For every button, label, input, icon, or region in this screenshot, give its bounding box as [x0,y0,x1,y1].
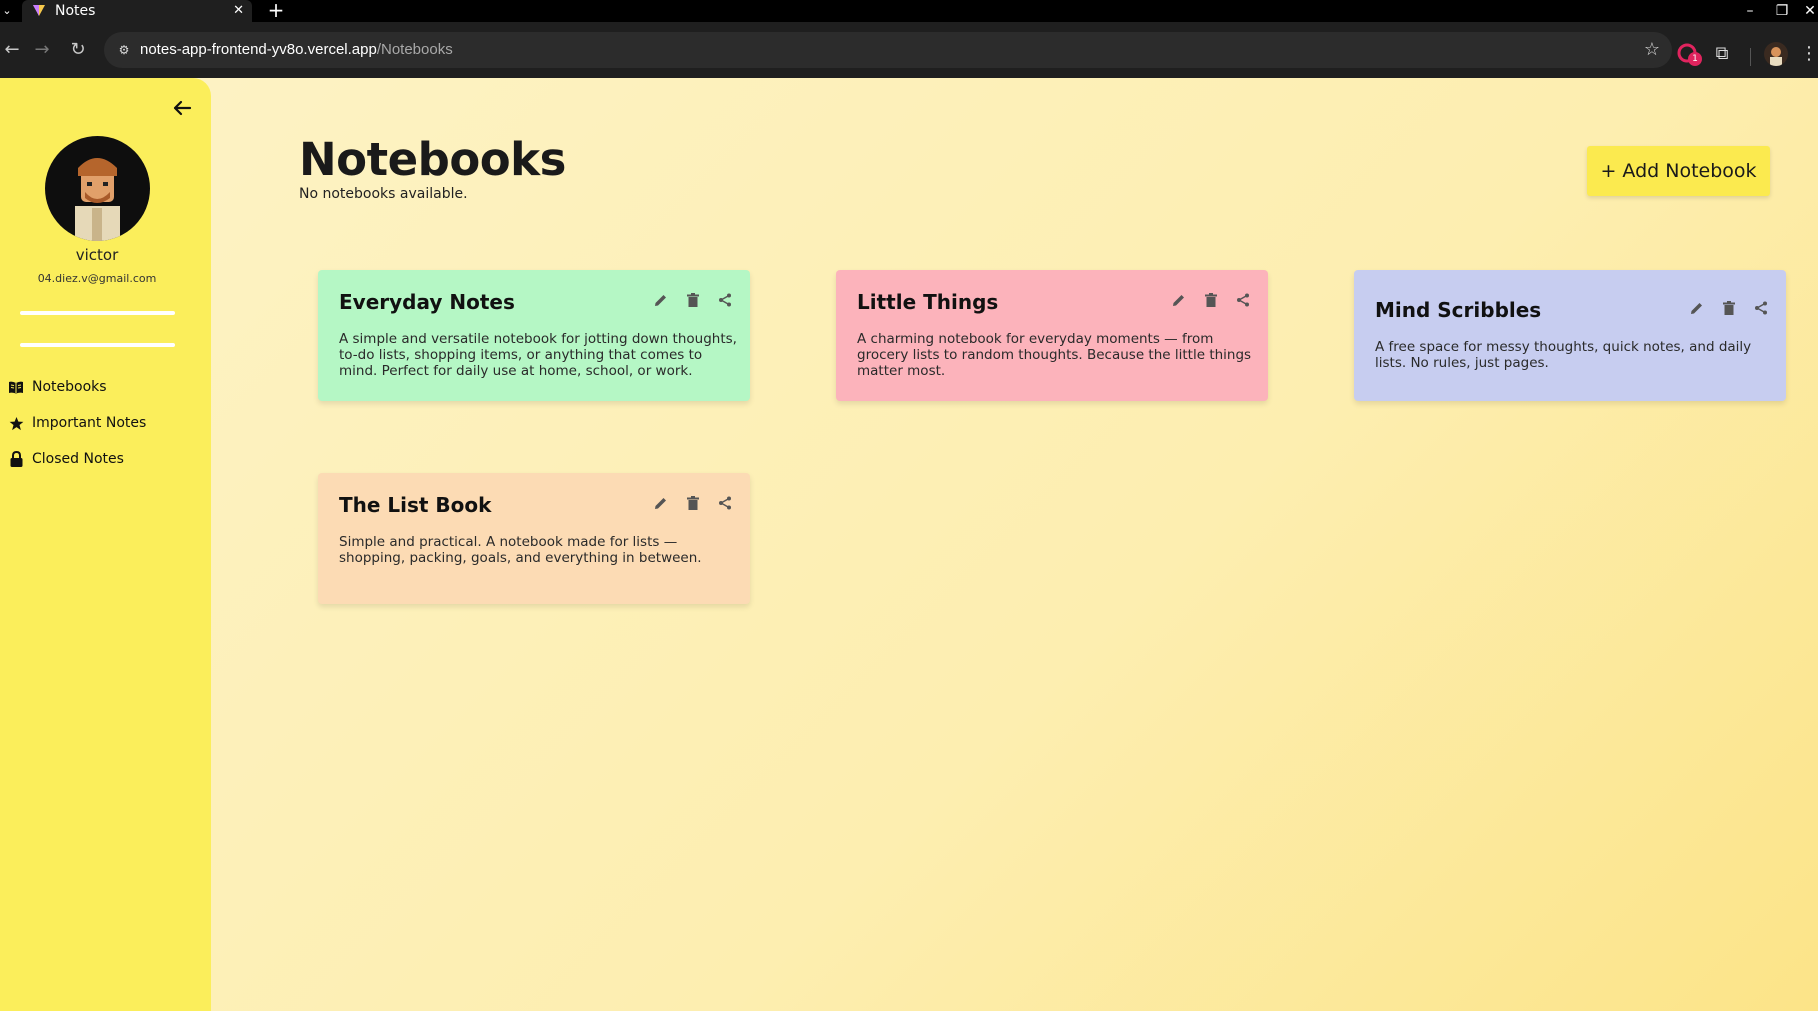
sidebar-item-closed-notes[interactable]: Closed Notes [8,446,198,472]
sidebar-item-important-notes[interactable]: Important Notes [8,410,198,436]
restore-icon[interactable]: ❐ [1772,1,1792,21]
notebook-card[interactable]: Mind Scribbles A free space for messy th… [1354,270,1786,401]
star-icon [8,415,24,431]
user-avatar[interactable] [45,136,150,241]
book-open-icon [8,379,24,395]
notebook-title: Everyday Notes [339,290,515,314]
toolbar-divider [1750,48,1751,66]
browser-menu-icon[interactable]: ⋮ [1800,40,1818,68]
vercel-favicon-icon [33,5,45,16]
notebook-card[interactable]: Little Things A charming notebook for ev… [836,270,1268,401]
browser-tab-strip: ⌄ Notes ✕ + – ❐ ✕ [0,0,1818,22]
main-content: Notebooks No notebooks available. + Add … [211,78,1818,1011]
new-tab-icon[interactable]: + [266,0,286,22]
bookmark-star-icon[interactable]: ☆ [1644,39,1660,61]
notebook-description: Simple and practical. A notebook made fo… [339,534,702,566]
profile-avatar[interactable] [1764,42,1788,66]
sidebar-item-label: Closed Notes [32,451,124,467]
sidebar-divider [20,311,175,315]
sidebar: victor 04.diez.v@gmail.com Notebooks Imp… [0,78,211,1011]
edit-pencil-icon[interactable] [652,291,670,309]
share-icon[interactable] [1752,299,1770,317]
delete-trash-icon[interactable] [1720,299,1738,317]
notebook-description: A free space for messy thoughts, quick n… [1375,339,1752,371]
delete-trash-icon[interactable] [1202,291,1220,309]
extensions-puzzle-icon[interactable]: ⧉ [1710,42,1734,66]
url-text[interactable]: notes-app-frontend-yv8o.vercel.app/Noteb… [140,40,453,60]
tab-search-icon[interactable]: ⌄ [0,2,14,20]
user-name: victor [75,246,119,264]
browser-tab[interactable]: Notes ✕ [22,0,252,22]
lock-icon [8,451,24,467]
empty-state-message: No notebooks available. [299,186,468,202]
sidebar-item-notebooks[interactable]: Notebooks [8,374,198,400]
address-bar[interactable]: ⚙ notes-app-frontend-yv8o.vercel.app/Not… [104,32,1672,68]
user-email: 04.diez.v@gmail.com [37,272,157,285]
extension-icon[interactable]: 1 [1676,42,1702,66]
site-info-icon[interactable]: ⚙ [114,40,134,60]
forward-icon[interactable]: → [30,38,54,62]
delete-trash-icon[interactable] [684,494,702,512]
edit-pencil-icon[interactable] [652,494,670,512]
share-icon[interactable] [716,494,734,512]
tab-close-icon[interactable]: ✕ [233,2,244,20]
sidebar-item-label: Important Notes [32,415,147,431]
app-root: victor 04.diez.v@gmail.com Notebooks Imp… [0,78,1818,1011]
notebook-title: Mind Scribbles [1375,298,1542,322]
page-title: Notebooks [299,133,566,186]
edit-pencil-icon[interactable] [1688,299,1706,317]
notebook-description: A charming notebook for everyday moments… [857,331,1252,379]
extension-badge: 1 [1688,52,1702,66]
browser-toolbar: ← → ↻ ⚙ notes-app-frontend-yv8o.vercel.a… [0,22,1818,78]
delete-trash-icon[interactable] [684,291,702,309]
notebook-title: Little Things [857,290,999,314]
minimize-icon[interactable]: – [1740,1,1760,21]
reload-icon[interactable]: ↻ [66,38,90,62]
share-icon[interactable] [1234,291,1252,309]
collapse-sidebar-arrow-icon[interactable] [168,94,196,122]
back-icon[interactable]: ← [0,38,24,62]
url-path: /Notebooks [376,41,453,58]
add-notebook-button[interactable]: + Add Notebook [1587,146,1770,196]
notebook-card[interactable]: Everyday Notes A simple and versatile no… [318,270,750,401]
notebook-title: The List Book [339,493,492,517]
sidebar-divider [20,343,175,347]
tab-title: Notes [55,3,96,19]
notebook-card[interactable]: The List Book Simple and practical. A no… [318,473,750,604]
url-domain: notes-app-frontend-yv8o.vercel.app [140,41,377,58]
notebook-description: A simple and versatile notebook for jott… [339,331,737,379]
edit-pencil-icon[interactable] [1170,291,1188,309]
share-icon[interactable] [716,291,734,309]
sidebar-item-label: Notebooks [32,379,107,395]
window-close-icon[interactable]: ✕ [1800,1,1818,21]
